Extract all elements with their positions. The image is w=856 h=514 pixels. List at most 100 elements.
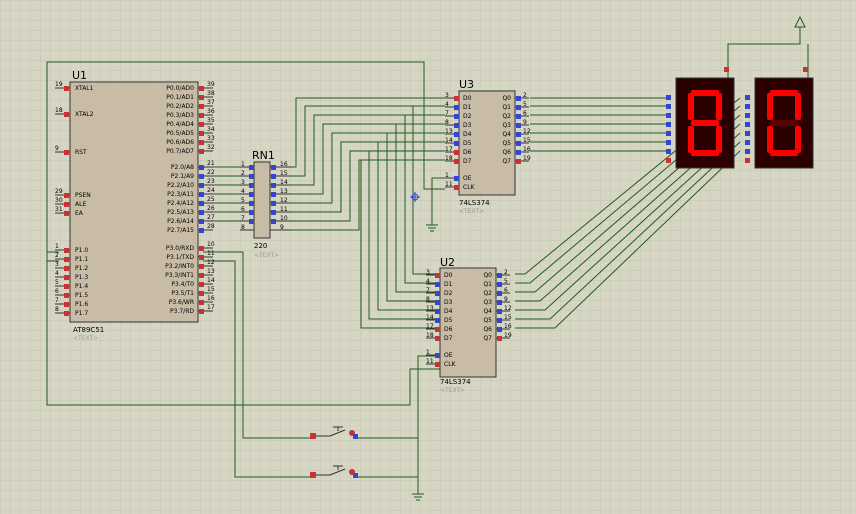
u1-pin-marker[interactable] [64, 86, 69, 91]
u1-pin-marker[interactable] [199, 309, 204, 314]
u2-pin-marker[interactable] [435, 291, 440, 296]
u2-pin-marker[interactable] [497, 336, 502, 341]
u1-pin-marker[interactable] [199, 122, 204, 127]
u1-pin-marker[interactable] [199, 131, 204, 136]
u1-pin-marker[interactable] [199, 113, 204, 118]
display-1-common-pin[interactable] [724, 67, 729, 72]
u1-pin-marker[interactable] [64, 248, 69, 253]
u1-pin-marker[interactable] [199, 149, 204, 154]
u1-pin-marker[interactable] [199, 291, 204, 296]
display-1-pin[interactable] [666, 104, 671, 109]
rn1-pin-marker[interactable] [249, 183, 254, 188]
u3-pin-marker[interactable] [516, 141, 521, 146]
u2-pin-marker[interactable] [435, 336, 440, 341]
u3-pin-marker[interactable] [454, 132, 459, 137]
u1-pin-marker[interactable] [199, 201, 204, 206]
u1-pin-marker[interactable] [199, 165, 204, 170]
rn1-pin-marker[interactable] [271, 183, 276, 188]
u3-pin-marker[interactable] [454, 141, 459, 146]
u1-pin-marker[interactable] [64, 311, 69, 316]
u1-pin-marker[interactable] [64, 302, 69, 307]
u1-pin-marker[interactable] [64, 211, 69, 216]
u3-pin-marker[interactable] [454, 123, 459, 128]
display-1-pin[interactable] [666, 113, 671, 118]
display-2-pin[interactable] [745, 95, 750, 100]
display-2-pin[interactable] [745, 158, 750, 163]
rn1-pin-marker[interactable] [249, 192, 254, 197]
u3-pin-marker[interactable] [516, 159, 521, 164]
rn1-pin-marker[interactable] [271, 165, 276, 170]
display-2-pin[interactable] [745, 104, 750, 109]
u1-pin-marker[interactable] [64, 150, 69, 155]
rn1-pin-marker[interactable] [249, 201, 254, 206]
u1-pin-marker[interactable] [199, 192, 204, 197]
u1-pin-marker[interactable] [199, 264, 204, 269]
u2-pin-marker[interactable] [435, 309, 440, 314]
u1-pin-marker[interactable] [64, 266, 69, 271]
u2-pin-marker[interactable] [435, 300, 440, 305]
rn1-pin-marker[interactable] [249, 174, 254, 179]
display-1-pin[interactable] [666, 149, 671, 154]
display-1-pin[interactable] [666, 122, 671, 127]
rn1-pin-marker[interactable] [249, 219, 254, 224]
display-1-pin[interactable] [666, 140, 671, 145]
display-2-common-pin[interactable] [803, 67, 808, 72]
u3-pin-marker[interactable] [516, 114, 521, 119]
u3-pin-marker[interactable] [454, 159, 459, 164]
u1-pin-marker[interactable] [199, 95, 204, 100]
u1-pin-marker[interactable] [199, 246, 204, 251]
u1-pin-marker[interactable] [199, 300, 204, 305]
u1-pin-marker[interactable] [199, 228, 204, 233]
rn1-pin-marker[interactable] [271, 174, 276, 179]
u1-pin-marker[interactable] [199, 282, 204, 287]
u2-pin-marker[interactable] [497, 282, 502, 287]
u1-pin-marker[interactable] [199, 140, 204, 145]
display-2-pin[interactable] [745, 140, 750, 145]
u2-pin-marker[interactable] [497, 318, 502, 323]
u3-pin-marker[interactable] [516, 123, 521, 128]
u3-pin-marker[interactable] [454, 114, 459, 119]
u1-pin-marker[interactable] [199, 210, 204, 215]
rn1-pin-marker[interactable] [271, 219, 276, 224]
u1-pin-marker[interactable] [199, 219, 204, 224]
u1-pin-marker[interactable] [64, 202, 69, 207]
rn1-pin-marker[interactable] [249, 210, 254, 215]
u2-pin-marker[interactable] [497, 309, 502, 314]
u1-chip[interactable]: U1 AT89C51 <TEXT> 19XTAL118XTAL29RST29PS… [55, 69, 215, 342]
rn1-pin-marker[interactable] [249, 165, 254, 170]
rn1-pin-marker[interactable] [271, 192, 276, 197]
u1-pin-marker[interactable] [64, 275, 69, 280]
display-1-pin[interactable] [666, 158, 671, 163]
u2-pin-marker[interactable] [497, 327, 502, 332]
u3-pin-marker[interactable] [454, 176, 459, 181]
u2-pin-marker[interactable] [435, 327, 440, 332]
u3-pin-marker[interactable] [516, 132, 521, 137]
u2-pin-marker[interactable] [435, 273, 440, 278]
u3-pin-marker[interactable] [454, 105, 459, 110]
rn1-pin-marker[interactable] [271, 201, 276, 206]
u3-pin-marker[interactable] [454, 150, 459, 155]
u1-pin-marker[interactable] [64, 193, 69, 198]
u1-pin-marker[interactable] [199, 86, 204, 91]
u2-pin-marker[interactable] [435, 353, 440, 358]
display-2-pin[interactable] [745, 149, 750, 154]
u3-pin-marker[interactable] [516, 150, 521, 155]
display-1-pin[interactable] [666, 131, 671, 136]
display-1-pin[interactable] [666, 95, 671, 100]
u1-pin-marker[interactable] [199, 174, 204, 179]
u3-pin-marker[interactable] [516, 96, 521, 101]
u1-pin-marker[interactable] [199, 273, 204, 278]
u1-pin-marker[interactable] [199, 255, 204, 260]
u3-pin-marker[interactable] [454, 185, 459, 190]
display-2-pin[interactable] [745, 113, 750, 118]
u3-pin-marker[interactable] [516, 105, 521, 110]
u2-pin-marker[interactable] [497, 273, 502, 278]
u2-pin-marker[interactable] [435, 318, 440, 323]
u1-pin-marker[interactable] [64, 257, 69, 262]
u3-pin-marker[interactable] [454, 96, 459, 101]
u1-pin-marker[interactable] [64, 293, 69, 298]
display-2-pin[interactable] [745, 131, 750, 136]
u2-pin-marker[interactable] [435, 282, 440, 287]
u2-pin-marker[interactable] [435, 362, 440, 367]
u1-pin-marker[interactable] [199, 183, 204, 188]
